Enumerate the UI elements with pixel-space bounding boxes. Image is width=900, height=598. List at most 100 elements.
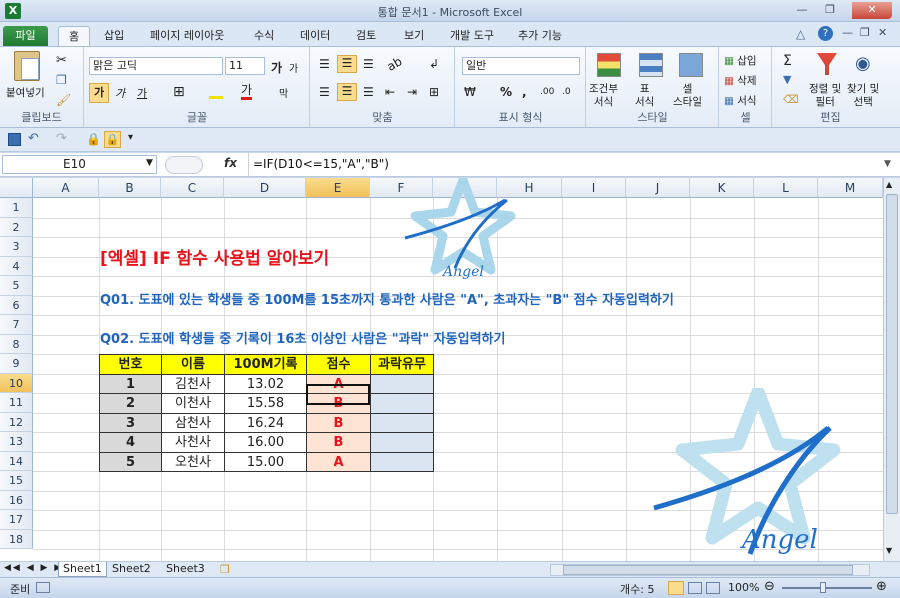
table-header-cell[interactable]: 번호 [99, 354, 162, 375]
new-sheet-icon[interactable]: ❐ [220, 563, 230, 576]
column-header[interactable]: A [33, 178, 99, 198]
fill-color-icon[interactable] [209, 85, 223, 99]
align-center-icon[interactable]: ☰ [337, 83, 357, 101]
font-size-combo[interactable]: 11 [225, 57, 265, 75]
table-cell[interactable]: 15.00 [224, 451, 307, 472]
column-header[interactable]: C [161, 178, 224, 198]
cell-style-button[interactable]: 셀 스타일 [673, 83, 702, 109]
table-header-cell[interactable]: 이름 [161, 354, 225, 375]
insert-function-button[interactable]: fx [224, 156, 237, 170]
zoom-slider-thumb[interactable] [820, 582, 826, 593]
scroll-down-icon[interactable]: ▼ [886, 546, 892, 555]
autosum-icon[interactable]: Σ [783, 53, 792, 69]
align-middle-icon[interactable]: ☰ [337, 55, 357, 73]
name-box-dropdown-icon[interactable]: ▼ [146, 158, 153, 168]
table-cell[interactable]: 4 [99, 432, 162, 453]
minimize-button[interactable]: — [790, 2, 814, 19]
tab-home[interactable]: 홈 [58, 26, 90, 46]
table-cell[interactable]: 13.02 [224, 373, 307, 394]
table-cell[interactable]: 오천사 [161, 451, 225, 472]
row-header[interactable]: 6 [0, 295, 33, 315]
tab-insert[interactable]: 삽입 [98, 26, 130, 46]
table-cell[interactable] [370, 412, 434, 433]
decrease-indent-icon[interactable]: ⇤ [385, 85, 395, 99]
border-icon[interactable]: ⊞ [173, 84, 185, 100]
row-header[interactable]: 16 [0, 490, 33, 510]
column-header[interactable]: B [99, 178, 161, 198]
italic-button[interactable]: 가 [115, 85, 125, 101]
workbook-restore-icon[interactable]: ❐ [860, 26, 870, 39]
table-cell[interactable] [370, 451, 434, 472]
increase-decimal-icon[interactable]: .00 [540, 87, 554, 97]
sheet-tab-2[interactable]: Sheet2 [108, 562, 155, 577]
insert-cells-button[interactable]: ▦ 삽입 [724, 53, 757, 68]
font-name-combo[interactable]: 맑은 고딕 [89, 57, 223, 75]
orientation-icon[interactable]: ab [385, 54, 405, 74]
format-table-icon[interactable] [639, 53, 663, 77]
lock-icon[interactable]: 🔒 [86, 132, 101, 146]
lock-active-icon[interactable]: 🔒 [104, 131, 121, 148]
zoom-in-icon[interactable]: ⊕ [876, 579, 887, 594]
tab-file[interactable]: 파일 [3, 26, 48, 46]
comma-button[interactable]: , [522, 85, 527, 99]
table-cell[interactable]: 16.00 [224, 432, 307, 453]
table-cell[interactable]: 사천사 [161, 432, 225, 453]
increase-indent-icon[interactable]: ⇥ [407, 85, 417, 99]
fill-icon[interactable]: ▼ [783, 73, 791, 86]
zoom-out-icon[interactable]: ⊖ [764, 579, 775, 594]
currency-icon[interactable]: ₩ [464, 85, 476, 99]
decrease-decimal-icon[interactable]: .0 [562, 87, 571, 97]
row-header[interactable]: 2 [0, 217, 33, 237]
row-header[interactable]: 8 [0, 334, 33, 354]
table-header-cell[interactable]: 과락유무 [370, 354, 434, 375]
macro-record-icon[interactable] [36, 582, 50, 593]
cut-icon[interactable]: ✂ [56, 53, 67, 68]
row-header[interactable]: 18 [0, 529, 33, 549]
tab-formulas[interactable]: 수식 [248, 26, 280, 46]
format-cells-button[interactable]: ▦ 서식 [724, 93, 757, 108]
row-header[interactable]: 3 [0, 237, 33, 257]
formula-bar-resize-handle[interactable] [165, 156, 203, 174]
row-header[interactable]: 1 [0, 198, 33, 218]
table-cell[interactable] [370, 393, 434, 414]
tab-view[interactable]: 보기 [398, 26, 430, 46]
formula-input[interactable]: =IF(D10<=15,"A","B") [248, 153, 880, 177]
row-header[interactable]: 4 [0, 256, 33, 276]
shrink-font-button[interactable]: 가 [289, 60, 298, 75]
percent-button[interactable]: % [500, 85, 512, 99]
customize-qat-icon[interactable]: ▾ [128, 132, 133, 143]
table-cell[interactable]: 15.58 [224, 393, 307, 414]
page-break-view-icon[interactable] [706, 582, 720, 597]
ribbon-minimize-icon[interactable]: △ [796, 27, 805, 41]
conditional-format-button[interactable]: 조건부 서식 [589, 83, 618, 109]
conditional-format-icon[interactable] [597, 53, 621, 77]
column-header[interactable]: G [433, 178, 497, 198]
table-cell[interactable]: 16.24 [224, 412, 307, 433]
tab-developer[interactable]: 개발 도구 [444, 26, 500, 46]
workbook-minimize-icon[interactable]: — [842, 26, 853, 39]
paste-button[interactable]: 붙여넣기 [6, 85, 45, 100]
zoom-level[interactable]: 100% [728, 581, 759, 594]
workbook-close-icon[interactable]: ✕ [878, 26, 887, 39]
font-color-icon[interactable]: 가 [241, 83, 253, 100]
row-header[interactable]: 11 [0, 393, 33, 413]
column-header[interactable]: H [497, 178, 562, 198]
close-button[interactable]: ✕ [852, 2, 892, 19]
table-cell[interactable]: 1 [99, 373, 162, 394]
vertical-scroll-thumb[interactable] [886, 194, 898, 514]
number-format-combo[interactable]: 일반 [462, 57, 580, 75]
align-bottom-icon[interactable]: ☰ [363, 57, 374, 71]
column-header[interactable]: I [562, 178, 626, 198]
format-painter-icon[interactable]: 🖌 [56, 93, 71, 107]
sort-filter-button[interactable]: 정렬 및 필터 [809, 83, 841, 109]
table-cell[interactable]: 3 [99, 412, 162, 433]
table-cell[interactable] [370, 373, 434, 394]
table-cell[interactable]: B [306, 393, 371, 414]
tab-addins[interactable]: 추가 기능 [512, 26, 568, 46]
find-select-icon[interactable]: ◉ [855, 53, 871, 74]
column-header[interactable]: E [306, 178, 370, 198]
table-cell[interactable]: A [306, 373, 371, 394]
find-select-button[interactable]: 찾기 및 선택 [847, 83, 879, 109]
save-icon[interactable] [8, 133, 21, 146]
row-header[interactable]: 13 [0, 432, 33, 452]
